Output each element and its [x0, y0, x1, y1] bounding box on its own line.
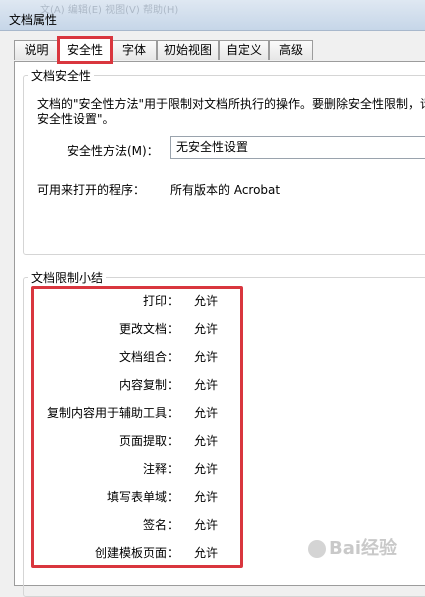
tab-description[interactable]: 说明 — [14, 40, 59, 60]
background-menu-text: 文(A) 编辑(E) 视图(V) 帮助(H) — [40, 5, 179, 16]
restriction-value: 允许 — [194, 546, 219, 560]
restriction-label: 内容复制： — [118, 378, 179, 392]
restriction-row: 填写表单域： 允许 — [34, 488, 234, 506]
title-bar: 文(A) 编辑(E) 视图(V) 帮助(H) 文档属性 — [0, 0, 425, 31]
restriction-row: 页面提取： 允许 — [34, 432, 234, 450]
tab-security[interactable]: 安全性 — [57, 36, 113, 64]
restriction-value: 允许 — [194, 490, 219, 504]
security-method-label: 安全性方法(M)： — [67, 144, 159, 158]
restrictions-group-title: 文档限制小结 — [28, 269, 107, 286]
restriction-label: 注释： — [142, 462, 179, 476]
tab-initial-view[interactable]: 初始视图 — [157, 40, 219, 60]
restriction-value: 允许 — [194, 462, 219, 476]
open-with-value: 所有版本的 Acrobat — [170, 183, 281, 197]
restriction-value: 允许 — [194, 406, 219, 420]
restriction-row: 文档组合： 允许 — [34, 348, 234, 366]
restriction-row: 打印： 允许 — [34, 292, 234, 310]
restriction-value: 允许 — [194, 378, 219, 392]
open-with-label: 可用来打开的程序： — [37, 183, 146, 197]
restriction-row: 签名： 允许 — [34, 516, 234, 534]
restriction-row: 注释： 允许 — [34, 460, 234, 478]
restriction-label: 填写表单域： — [106, 490, 179, 504]
restriction-label: 复制内容用于辅助工具： — [46, 406, 179, 420]
tab-fonts[interactable]: 字体 — [111, 40, 157, 60]
restriction-label: 更改文档： — [118, 322, 179, 336]
security-method-value: 无安全性设置 — [176, 140, 249, 154]
watermark-text: Bai经验 — [329, 538, 398, 559]
security-group-title: 文档安全性 — [28, 67, 95, 84]
restriction-row: 创建模板页面： 允许 — [34, 544, 234, 562]
watermark: Bai经验 — [308, 534, 416, 564]
restriction-value: 允许 — [194, 518, 219, 532]
restriction-row: 内容复制： 允许 — [34, 376, 234, 394]
paw-logo-icon — [308, 540, 326, 558]
restriction-value: 允许 — [194, 350, 219, 364]
security-method-select[interactable]: 无安全性设置 — [170, 136, 425, 159]
window-title: 文档属性 — [9, 13, 58, 27]
restriction-value: 允许 — [194, 294, 219, 308]
tab-custom[interactable]: 自定义 — [219, 40, 269, 60]
tab-advanced[interactable]: 高级 — [269, 40, 313, 60]
restriction-label: 创建模板页面： — [94, 546, 179, 560]
restriction-label: 打印： — [142, 294, 179, 308]
restriction-label: 签名： — [142, 518, 179, 532]
restriction-row: 复制内容用于辅助工具： 允许 — [34, 404, 234, 422]
restriction-label: 文档组合： — [118, 350, 179, 364]
restriction-value: 允许 — [194, 322, 219, 336]
restriction-value: 允许 — [194, 434, 219, 448]
restriction-label: 页面提取： — [118, 434, 179, 448]
restriction-row: 更改文档： 允许 — [34, 320, 234, 338]
security-description-line2: 安全性设置"。 — [37, 112, 115, 126]
